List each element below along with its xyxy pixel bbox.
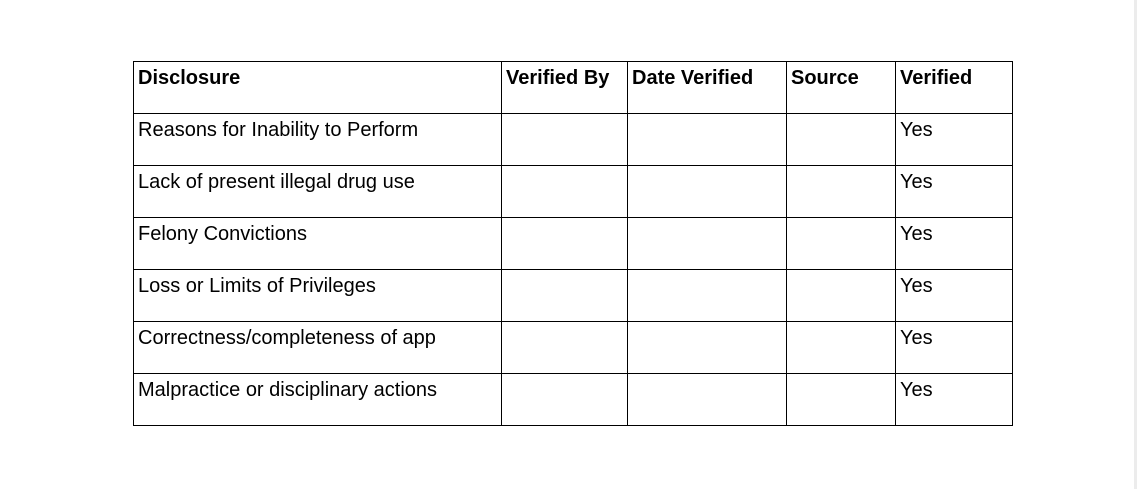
header-date-verified: Date Verified <box>627 61 787 114</box>
header-verified-by: Verified By <box>501 61 628 114</box>
verified-by-cell[interactable] <box>501 165 628 218</box>
table-row: Correctness/completeness of app Yes <box>133 321 1013 374</box>
verified-cell[interactable]: Yes <box>895 373 1013 426</box>
date-verified-cell[interactable] <box>627 269 787 322</box>
source-cell[interactable] <box>786 165 896 218</box>
disclosure-cell: Felony Convictions <box>133 217 502 270</box>
source-cell[interactable] <box>786 217 896 270</box>
disclosure-verification-table: Disclosure Verified By Date Verified Sou… <box>133 61 1013 426</box>
source-cell[interactable] <box>786 373 896 426</box>
verified-cell[interactable]: Yes <box>895 269 1013 322</box>
verified-by-cell[interactable] <box>501 217 628 270</box>
table-header-row: Disclosure Verified By Date Verified Sou… <box>133 61 1013 114</box>
header-verified: Verified <box>895 61 1013 114</box>
date-verified-cell[interactable] <box>627 321 787 374</box>
source-cell[interactable] <box>786 113 896 166</box>
disclosure-cell: Correctness/completeness of app <box>133 321 502 374</box>
date-verified-cell[interactable] <box>627 113 787 166</box>
table-row: Loss or Limits of Privileges Yes <box>133 269 1013 322</box>
date-verified-cell[interactable] <box>627 373 787 426</box>
disclosure-cell: Reasons for Inability to Perform <box>133 113 502 166</box>
disclosure-cell: Malpractice or disciplinary actions <box>133 373 502 426</box>
table-row: Malpractice or disciplinary actions Yes <box>133 373 1013 426</box>
table-row: Felony Convictions Yes <box>133 217 1013 270</box>
source-cell[interactable] <box>786 321 896 374</box>
table-row: Reasons for Inability to Perform Yes <box>133 113 1013 166</box>
verified-by-cell[interactable] <box>501 321 628 374</box>
disclosure-cell: Loss or Limits of Privileges <box>133 269 502 322</box>
disclosure-cell: Lack of present illegal drug use <box>133 165 502 218</box>
source-cell[interactable] <box>786 269 896 322</box>
header-source: Source <box>786 61 896 114</box>
verified-cell[interactable]: Yes <box>895 165 1013 218</box>
table-row: Lack of present illegal drug use Yes <box>133 165 1013 218</box>
header-disclosure: Disclosure <box>133 61 502 114</box>
verified-cell[interactable]: Yes <box>895 113 1013 166</box>
verified-by-cell[interactable] <box>501 113 628 166</box>
verified-by-cell[interactable] <box>501 373 628 426</box>
verified-by-cell[interactable] <box>501 269 628 322</box>
date-verified-cell[interactable] <box>627 217 787 270</box>
verified-cell[interactable]: Yes <box>895 321 1013 374</box>
verified-cell[interactable]: Yes <box>895 217 1013 270</box>
date-verified-cell[interactable] <box>627 165 787 218</box>
